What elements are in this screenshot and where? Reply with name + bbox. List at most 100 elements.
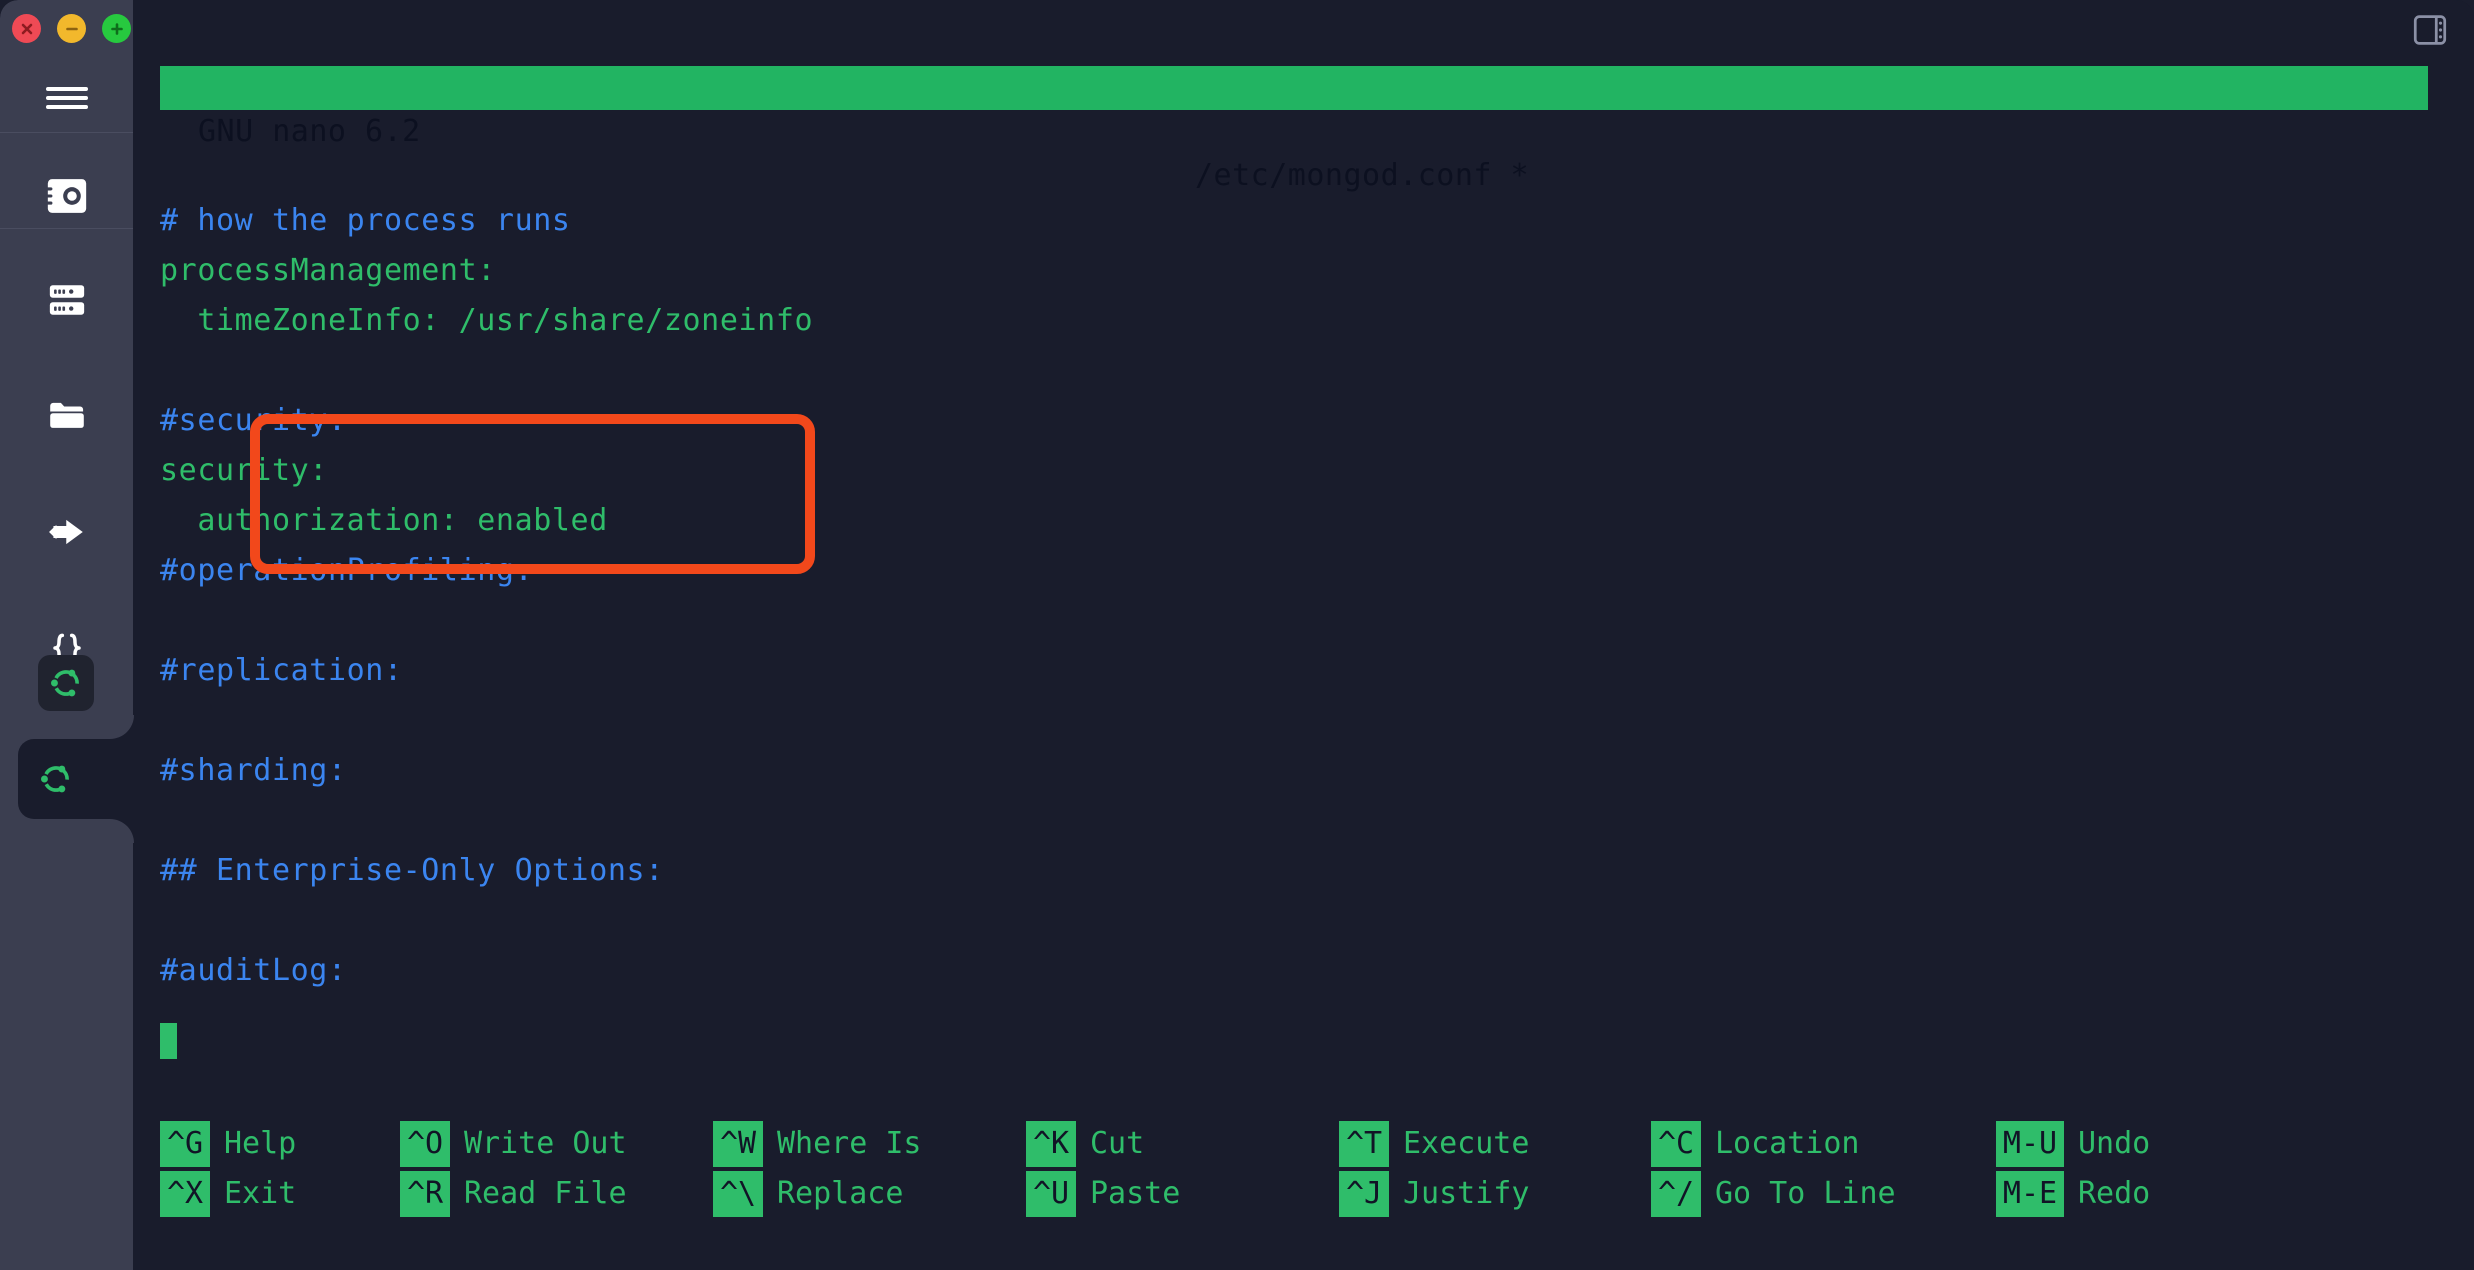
shortcut-label: Paste bbox=[1090, 1176, 1181, 1211]
shortcut-key: ^\ bbox=[713, 1171, 763, 1217]
shortcut-group: ^O Write Out ^R Read File bbox=[400, 1119, 713, 1219]
nano-text-buffer[interactable]: # how the process runs processManagement… bbox=[133, 196, 2474, 996]
code-line: authorization: enabled bbox=[160, 503, 608, 538]
shortcut-label: Redo bbox=[2078, 1176, 2151, 1211]
shortcut-item[interactable]: ^U Paste bbox=[1026, 1169, 1339, 1219]
shortcut-key: ^T bbox=[1339, 1121, 1389, 1167]
shortcut-group: ^W Where Is ^\ Replace bbox=[713, 1119, 1026, 1219]
close-icon bbox=[21, 23, 32, 34]
sidebar-divider-2 bbox=[0, 228, 133, 229]
shortcut-key: ^O bbox=[400, 1121, 450, 1167]
folder-icon bbox=[49, 402, 84, 428]
panel-toggle-button[interactable] bbox=[2408, 8, 2452, 52]
shortcut-key: ^W bbox=[713, 1121, 763, 1167]
terminal-app-window: GNU nano 6.2 /etc/mongod.conf * # how th… bbox=[0, 0, 2474, 1270]
terminal-pane[interactable]: GNU nano 6.2 /etc/mongod.conf * # how th… bbox=[133, 0, 2474, 1270]
shortcut-key: ^R bbox=[400, 1171, 450, 1217]
shortcut-item[interactable]: ^K Cut bbox=[1026, 1119, 1339, 1169]
shortcut-key: ^G bbox=[160, 1121, 210, 1167]
sidebar-divider-1 bbox=[0, 132, 133, 133]
shortcut-item[interactable]: ^J Justify bbox=[1339, 1169, 1651, 1219]
shortcut-label: Undo bbox=[2078, 1126, 2151, 1161]
nano-shortcut-bar: ^G Help ^X Exit ^O Write Out ^R Read Fil… bbox=[133, 1119, 2474, 1219]
shortcut-key: ^X bbox=[160, 1171, 210, 1217]
shortcut-key: ^J bbox=[1339, 1171, 1389, 1217]
shortcut-group: ^T Execute ^J Justify bbox=[1339, 1119, 1651, 1219]
code-line: processManagement: bbox=[160, 253, 496, 288]
window-controls bbox=[12, 14, 131, 43]
shortcut-label: Cut bbox=[1090, 1126, 1145, 1161]
ubuntu-logo-icon bbox=[51, 669, 79, 697]
active-terminal-tab[interactable] bbox=[18, 739, 154, 819]
shortcut-key: ^/ bbox=[1651, 1171, 1701, 1217]
forward-arrow-icon bbox=[48, 519, 83, 545]
text-cursor bbox=[160, 1023, 177, 1059]
code-line: ## Enterprise-Only Options: bbox=[160, 853, 664, 888]
maximize-window-button[interactable] bbox=[102, 14, 131, 43]
nano-title-bar: GNU nano 6.2 /etc/mongod.conf * bbox=[160, 66, 2428, 193]
shortcut-group: M-U Undo M-E Redo bbox=[1996, 1119, 2150, 1219]
shortcut-item[interactable]: ^/ Go To Line bbox=[1651, 1169, 1996, 1219]
shortcut-label: Location bbox=[1715, 1126, 1860, 1161]
panel-layout-icon bbox=[2413, 15, 2447, 45]
code-line: # how the process runs bbox=[160, 203, 571, 238]
shortcut-label: Read File bbox=[464, 1176, 627, 1211]
shortcut-label: Write Out bbox=[464, 1126, 627, 1161]
shortcut-key: ^C bbox=[1651, 1121, 1701, 1167]
ubuntu-logo-icon bbox=[41, 765, 69, 793]
code-line: #auditLog: bbox=[160, 953, 347, 988]
shortcut-item[interactable]: ^O Write Out bbox=[400, 1119, 713, 1169]
sidebar-item-servers[interactable] bbox=[0, 268, 133, 332]
shortcut-item[interactable]: ^C Location bbox=[1651, 1119, 1996, 1169]
shortcut-item[interactable]: M-E Redo bbox=[1996, 1169, 2150, 1219]
minimize-icon bbox=[65, 27, 78, 30]
shortcut-item[interactable]: ^T Execute bbox=[1339, 1119, 1651, 1169]
shortcut-group: ^G Help ^X Exit bbox=[133, 1119, 400, 1219]
shortcut-key: ^K bbox=[1026, 1121, 1076, 1167]
shortcut-label: Exit bbox=[224, 1176, 297, 1211]
sidebar-item-vault[interactable] bbox=[0, 164, 133, 228]
shortcut-key: ^U bbox=[1026, 1171, 1076, 1217]
sidebar-item-folders[interactable] bbox=[0, 384, 133, 448]
shortcut-item[interactable]: ^G Help bbox=[160, 1119, 400, 1169]
code-line: #replication: bbox=[160, 653, 403, 688]
shortcut-item[interactable]: ^\ Replace bbox=[713, 1169, 1026, 1219]
sidebar-app-ubuntu[interactable] bbox=[38, 655, 94, 711]
shortcut-group: ^C Location ^/ Go To Line bbox=[1651, 1119, 1996, 1219]
close-window-button[interactable] bbox=[12, 14, 41, 43]
shortcut-label: Go To Line bbox=[1715, 1176, 1896, 1211]
shortcut-key: M-E bbox=[1996, 1171, 2064, 1217]
shortcut-label: Replace bbox=[777, 1176, 904, 1211]
minimize-window-button[interactable] bbox=[57, 14, 86, 43]
hamburger-menu-button[interactable] bbox=[0, 66, 133, 130]
shortcut-label: Help bbox=[224, 1126, 297, 1161]
shortcut-item[interactable]: ^X Exit bbox=[160, 1169, 400, 1219]
hamburger-menu-icon bbox=[45, 82, 88, 114]
tab-corner-top bbox=[110, 715, 134, 739]
shortcut-item[interactable]: ^W Where Is bbox=[713, 1119, 1026, 1169]
shortcut-key: M-U bbox=[1996, 1121, 2064, 1167]
shortcut-label: Justify bbox=[1403, 1176, 1530, 1211]
shortcut-label: Execute bbox=[1403, 1126, 1530, 1161]
vault-icon bbox=[47, 179, 86, 213]
shortcut-item[interactable]: ^R Read File bbox=[400, 1169, 713, 1219]
shortcut-item[interactable]: M-U Undo bbox=[1996, 1119, 2150, 1169]
code-line: security: bbox=[160, 453, 328, 488]
code-line: #operationProfiling: bbox=[160, 553, 534, 588]
sidebar-item-transfer[interactable] bbox=[0, 500, 133, 564]
shortcut-group: ^K Cut ^U Paste bbox=[1026, 1119, 1339, 1219]
code-line: timeZoneInfo: /usr/share/zoneinfo bbox=[160, 303, 814, 338]
plus-icon bbox=[110, 22, 123, 35]
code-line: #sharding: bbox=[160, 753, 347, 788]
shortcut-label: Where Is bbox=[777, 1126, 922, 1161]
server-stack-icon bbox=[49, 285, 84, 315]
nano-filename-label: /etc/mongod.conf * bbox=[1195, 158, 1530, 193]
left-sidebar bbox=[0, 0, 154, 1270]
nano-version-label: GNU nano 6.2 bbox=[198, 114, 421, 149]
tab-corner-bottom bbox=[110, 819, 134, 843]
